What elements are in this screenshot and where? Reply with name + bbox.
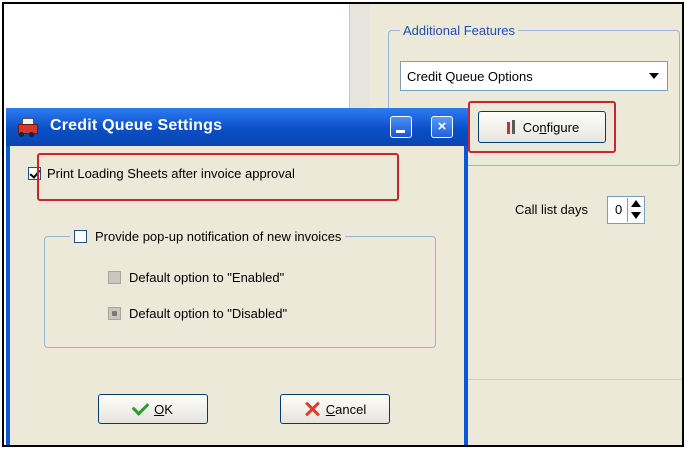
additional-features-legend: Additional Features	[400, 23, 519, 38]
notification-option[interactable]: Provide pop-up notification of new invoi…	[70, 229, 346, 244]
option-enabled-label: Default option to "Enabled"	[129, 270, 285, 285]
print-loading-highlight-box	[37, 153, 399, 201]
cancel-button[interactable]: Cancel	[280, 394, 390, 424]
ok-button[interactable]: OK	[98, 394, 208, 424]
dialog-titlebar[interactable]: Credit Queue Settings ×	[6, 108, 468, 146]
close-icon[interactable]: ×	[431, 116, 453, 138]
spinner-buttons	[627, 198, 643, 222]
option-disabled-label: Default option to "Disabled"	[129, 306, 288, 321]
credit-queue-options-dropdown[interactable]: Credit Queue Options	[400, 61, 668, 91]
option-enabled: Default option to "Enabled"	[108, 270, 284, 285]
dropdown-value: Credit Queue Options	[407, 68, 533, 84]
screenshot-frame: Additional Features Credit Queue Options…	[2, 2, 684, 447]
notification-checkbox[interactable]	[74, 230, 87, 243]
option-disabled: Default option to "Disabled"	[108, 306, 287, 321]
notification-label[interactable]: Provide pop-up notification of new invoi…	[95, 229, 341, 244]
ok-check-icon	[131, 398, 150, 416]
configure-highlight-box	[468, 101, 616, 153]
dialog-title: Credit Queue Settings	[50, 117, 223, 134]
minimize-icon[interactable]	[390, 116, 412, 138]
call-list-days-label: Call list days	[515, 202, 588, 217]
call-list-days-value[interactable]: 0	[615, 202, 622, 217]
cancel-x-icon	[304, 401, 320, 417]
call-list-days-spinner[interactable]: 0	[607, 196, 645, 224]
notification-group	[44, 236, 436, 348]
truck-app-icon	[16, 116, 38, 138]
option-disabled-radio	[108, 307, 121, 320]
cancel-button-label: Cancel	[325, 401, 367, 417]
spin-up-icon[interactable]	[631, 200, 641, 207]
spin-down-icon[interactable]	[631, 212, 641, 219]
dropdown-caret-icon[interactable]	[649, 73, 659, 79]
ok-button-label: OK	[154, 401, 173, 417]
option-enabled-checkbox	[108, 271, 121, 284]
